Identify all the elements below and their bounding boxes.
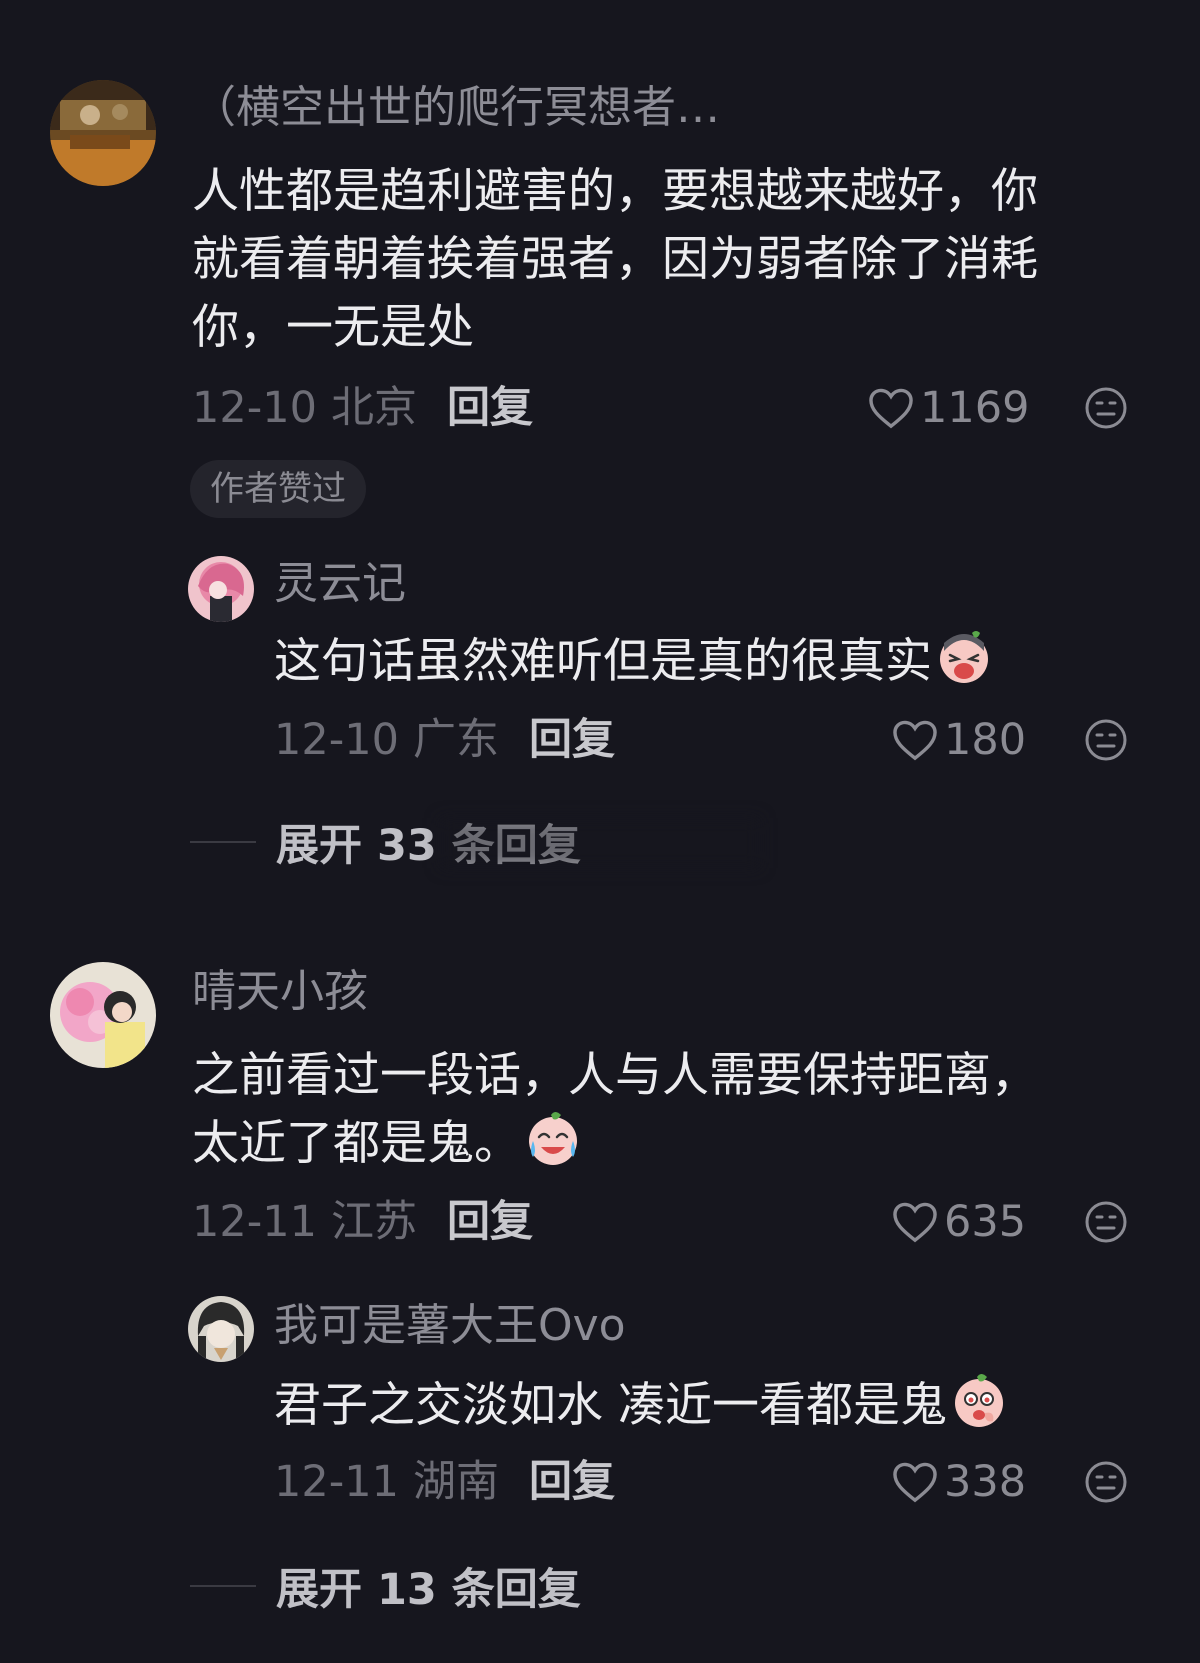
reply-button[interactable]: 回复 <box>529 1457 615 1507</box>
like-button[interactable]: 338 <box>892 1452 1026 1512</box>
like-count: 1169 <box>920 383 1030 433</box>
like-count: 338 <box>944 1457 1027 1507</box>
expand-replies-button[interactable]: 展开 13 条回复 <box>190 1556 581 1616</box>
laughing-tears-icon <box>529 1112 577 1165</box>
comment-date: 12-10 <box>192 383 317 433</box>
username[interactable]: 晴天小孩 <box>192 966 368 1018</box>
avatar-image <box>188 556 254 622</box>
dislike-icon[interactable] <box>1084 718 1128 762</box>
reply-button[interactable]: 回复 <box>529 715 615 765</box>
username[interactable]: （横空出世的爬行冥想者… <box>192 82 720 134</box>
comment-line-with-emoji: 太近了都是鬼。 <box>192 1110 1038 1178</box>
comment-date: 12-11 <box>192 1197 317 1247</box>
avatar[interactable] <box>50 80 156 186</box>
avatar[interactable] <box>188 1296 254 1362</box>
avatar[interactable] <box>188 556 254 622</box>
comment-content: 之前看过一段话，人与人需要保持距离， 太近了都是鬼。 <box>192 1042 1038 1178</box>
like-count: 635 <box>944 1197 1027 1247</box>
comment-date: 12-11 <box>274 1457 399 1507</box>
reply-button[interactable]: 回复 <box>447 1197 533 1247</box>
avatar[interactable] <box>50 962 156 1068</box>
dislike-icon[interactable] <box>1084 1460 1128 1504</box>
comment-location: 广东 <box>412 715 499 765</box>
comment-line: 就看着朝着挨着强者，因为弱者除了消耗 <box>192 232 1038 287</box>
like-button[interactable]: 1169 <box>868 378 1029 438</box>
avatar-image <box>50 80 156 186</box>
avatar-image <box>50 962 156 1068</box>
avatar-image <box>188 1296 254 1362</box>
comment-line: 你，一无是处 <box>192 300 474 355</box>
divider <box>190 1585 256 1587</box>
shy-face-icon <box>954 1374 1003 1427</box>
comment-item: （横空出世的爬行冥想者… 人性都是趋利避害的，要想越来越好，你 就看着朝着挨着强… <box>0 0 1200 871</box>
crying-face-icon <box>940 631 988 683</box>
username[interactable]: 灵云记 <box>274 558 406 610</box>
comment-location: 湖南 <box>412 1457 499 1507</box>
heart-icon <box>893 720 937 761</box>
comment-location: 北京 <box>330 383 417 433</box>
blur-overlay <box>440 818 760 868</box>
expand-replies-label: 展开 13 条回复 <box>276 1565 581 1615</box>
like-button[interactable]: 180 <box>892 710 1026 770</box>
dislike-icon[interactable] <box>1084 386 1128 430</box>
reply-content: 君子之交淡如水 凑近一看都是鬼 <box>274 1372 1007 1440</box>
comment-meta: 12-10 北京 回复 <box>192 378 533 438</box>
heart-icon <box>869 388 913 429</box>
like-button[interactable]: 635 <box>892 1192 1026 1252</box>
dislike-icon[interactable] <box>1084 1200 1128 1244</box>
divider <box>190 841 256 843</box>
reply-text: 君子之交淡如水 凑近一看都是鬼 <box>274 1378 947 1433</box>
reply-text: 这句话虽然难听但是真的很真实 <box>274 634 932 689</box>
heart-icon <box>893 1462 937 1503</box>
reply-meta: 12-11 湖南 回复 <box>274 1452 615 1512</box>
comment-content: 人性都是趋利避害的，要想越来越好，你 就看着朝着挨着强者，因为弱者除了消耗 你，… <box>192 158 1038 362</box>
reply-content: 这句话虽然难听但是真的很真实 <box>274 628 992 696</box>
like-count: 180 <box>944 715 1027 765</box>
heart-icon <box>893 1202 937 1243</box>
comment-line: 之前看过一段话，人与人需要保持距离， <box>192 1048 1038 1103</box>
comment-meta: 12-11 江苏 回复 <box>192 1192 533 1252</box>
comment-date: 12-10 <box>274 715 399 765</box>
author-liked-badge: 作者赞过 <box>190 460 366 518</box>
comment-line: 太近了都是鬼。 <box>192 1116 521 1171</box>
comment-line: 人性都是趋利避害的，要想越来越好，你 <box>192 164 1038 219</box>
reply-button[interactable]: 回复 <box>447 383 533 433</box>
reply-meta: 12-10 广东 回复 <box>274 710 615 770</box>
username[interactable]: 我可是薯大王Ovo <box>274 1300 626 1352</box>
comment-location: 江苏 <box>330 1197 417 1247</box>
